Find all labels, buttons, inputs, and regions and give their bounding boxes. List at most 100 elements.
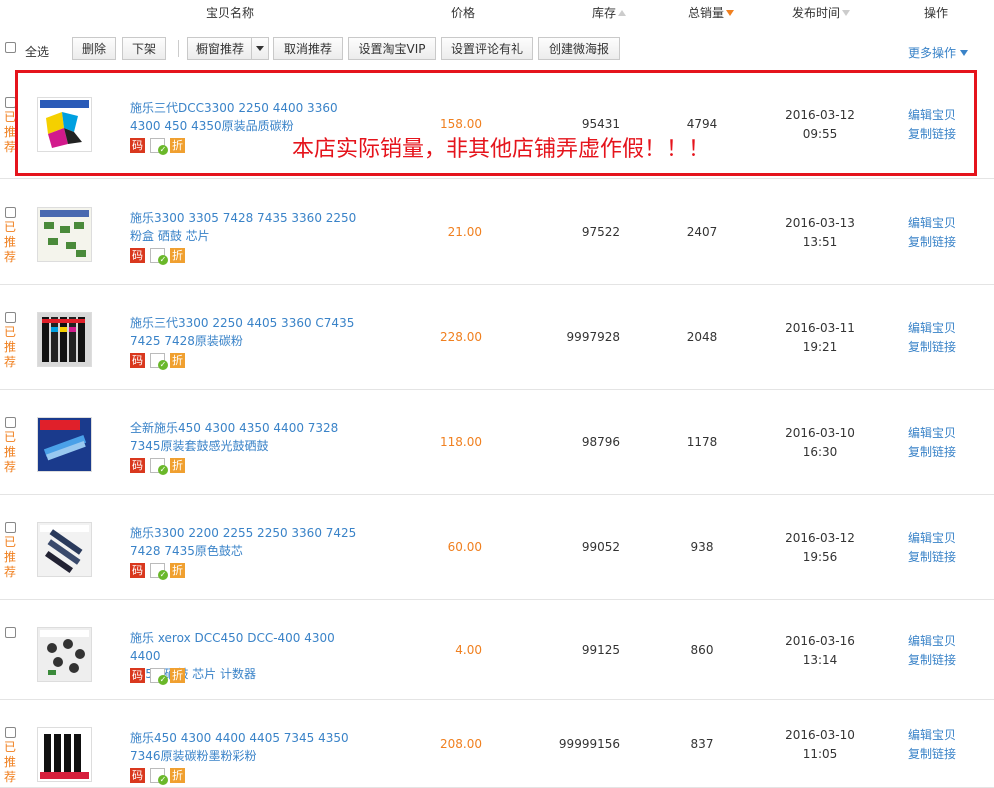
mobile-check-icon: ✓ (150, 458, 168, 475)
code-badge: 码 (130, 768, 145, 783)
recommended-label: 已推荐 (4, 325, 17, 369)
col-sales-header[interactable]: 总销量 (688, 4, 735, 21)
product-title-line: 施乐三代3300 2250 4405 3360 C7435 (130, 316, 355, 330)
edit-item-link[interactable]: 编辑宝贝 (908, 319, 956, 338)
product-thumbnail[interactable] (37, 207, 92, 262)
publish-date: 2016-03-11 (785, 321, 855, 335)
publish-time: 19:21 (802, 340, 838, 354)
publish-time: 16:30 (802, 445, 838, 459)
edit-item-link[interactable]: 编辑宝贝 (908, 424, 956, 443)
edit-item-link[interactable]: 编辑宝贝 (908, 214, 956, 233)
code-badge: 码 (130, 668, 145, 683)
product-title-link[interactable]: 施乐三代3300 2250 4405 3360 C7435 7425 7428原装… (130, 314, 360, 350)
mobile-check-icon: ✓ (150, 668, 168, 685)
code-badge: 码 (130, 458, 145, 473)
product-title-line: 施乐3300 3305 7428 7435 3360 2250 (130, 211, 357, 225)
recommended-label: 已推荐 (4, 430, 17, 474)
publish-datetime: 2016-03-11 19:21 (780, 319, 860, 357)
col-date-header[interactable]: 发布时间 (792, 4, 851, 21)
window-recommend-dropdown[interactable] (251, 37, 269, 60)
create-poster-button[interactable]: 创建微海报 (538, 37, 620, 60)
edit-item-link[interactable]: 编辑宝贝 (908, 529, 956, 548)
copy-link-link[interactable]: 复制链接 (908, 338, 956, 357)
product-thumbnail[interactable] (37, 417, 92, 472)
window-recommend-button[interactable]: 橱窗推荐 (187, 37, 253, 60)
copy-link-link[interactable]: 复制链接 (908, 443, 956, 462)
code-badge: 码 (130, 563, 145, 578)
code-badge: 码 (130, 353, 145, 368)
product-title-line: 施乐3300 2200 2255 2250 3360 7425 (130, 526, 357, 540)
product-tags: 码 ✓ 折 (130, 768, 190, 785)
sales-value: 837 (690, 737, 714, 751)
sort-icon (842, 10, 851, 16)
copy-link-link[interactable]: 复制链接 (908, 745, 956, 764)
publish-date: 2016-03-10 (785, 728, 855, 742)
product-thumbnail[interactable] (37, 627, 92, 682)
sort-desc-icon (726, 10, 735, 16)
product-title-line: 7346原装碳粉墨粉彩粉 (130, 749, 257, 763)
recommended-label: 已推荐 (4, 740, 17, 784)
product-thumbnail[interactable] (37, 522, 92, 577)
row-checkbox[interactable] (5, 627, 16, 638)
product-title-line: 施乐450 4300 4400 4405 7345 4350 (130, 731, 349, 745)
product-thumbnail[interactable] (37, 727, 92, 782)
row-checkbox[interactable] (5, 207, 16, 218)
copy-link-link[interactable]: 复制链接 (908, 548, 956, 567)
copy-link-link[interactable]: 复制链接 (908, 651, 956, 670)
product-tags: 码 ✓ 折 (130, 563, 190, 580)
unlist-button[interactable]: 下架 (122, 37, 166, 60)
publish-time: 19:56 (802, 550, 838, 564)
price-value: 118.00 (440, 435, 482, 449)
stock-value: 9997928 (566, 330, 620, 344)
toolbar-divider (178, 40, 179, 57)
product-title-link[interactable]: 施乐3300 2200 2255 2250 3360 7425 7428 7435… (130, 524, 360, 560)
row-checkbox[interactable] (5, 522, 16, 533)
delete-button[interactable]: 删除 (72, 37, 116, 60)
product-tags: 码 ✓ 折 (130, 248, 190, 265)
recommended-label: 已推荐 (4, 220, 17, 264)
edit-item-link[interactable]: 编辑宝贝 (908, 632, 956, 651)
stock-value: 99999156 (558, 737, 620, 751)
product-title-line: 7345原装套鼓感光鼓硒鼓 (130, 439, 269, 453)
code-badge: 码 (130, 248, 145, 263)
product-title-link[interactable]: 施乐450 4300 4400 4405 7345 4350 7346原装碳粉墨粉… (130, 729, 360, 765)
product-title-line: 粉盒 硒鼓 芯片 (130, 229, 210, 243)
price-value: 208.00 (440, 737, 482, 751)
price-value: 60.00 (447, 540, 482, 554)
more-ops-button[interactable]: 更多操作 (908, 44, 969, 61)
set-review-gift-button[interactable]: 设置评论有礼 (441, 37, 533, 60)
set-vip-button[interactable]: 设置淘宝VIP (348, 37, 436, 60)
price-value: 21.00 (447, 225, 482, 239)
col-ops-header: 操作 (924, 6, 949, 20)
chevron-down-icon (256, 46, 264, 51)
row-checkbox[interactable] (5, 417, 16, 428)
product-title-link[interactable]: 施乐3300 3305 7428 7435 3360 2250 粉盒 硒鼓 芯片 (130, 209, 360, 245)
cancel-recommend-button[interactable]: 取消推荐 (273, 37, 343, 60)
col-title-header: 宝贝名称 (206, 6, 255, 20)
row-checkbox[interactable] (5, 727, 16, 738)
mobile-check-icon: ✓ (150, 353, 168, 370)
stock-value: 99052 (581, 540, 620, 554)
row-checkbox[interactable] (5, 312, 16, 323)
sales-value: 2407 (686, 225, 718, 239)
annotation-text: 本店实际销量，非其他店铺弄虚作假！！！ (292, 137, 711, 162)
publish-datetime: 2016-03-10 16:30 (780, 424, 860, 462)
publish-datetime: 2016-03-10 11:05 (780, 726, 860, 764)
discount-badge: 折 (170, 668, 185, 683)
publish-time: 13:51 (802, 235, 838, 249)
sales-value: 860 (690, 643, 714, 657)
copy-link-link[interactable]: 复制链接 (908, 233, 956, 252)
select-all-label: 全选 (25, 45, 50, 59)
sales-value: 938 (690, 540, 714, 554)
col-stock-header[interactable]: 库存 (592, 4, 627, 21)
stock-value: 99125 (581, 643, 620, 657)
product-thumbnail[interactable] (37, 312, 92, 367)
discount-badge: 折 (170, 353, 185, 368)
edit-item-link[interactable]: 编辑宝贝 (908, 726, 956, 745)
product-title-link[interactable]: 全新施乐450 4300 4350 4400 7328 7345原装套鼓感光鼓硒鼓 (130, 419, 360, 455)
select-all-checkbox[interactable] (5, 42, 16, 53)
discount-badge: 折 (170, 768, 185, 783)
table-header: 宝贝名称 价格 库存 总销量 发布时间 操作 (0, 0, 994, 24)
product-title-line: 施乐 xerox DCC450 DCC-400 4300 4400 (130, 631, 335, 663)
publish-date: 2016-03-16 (785, 634, 855, 648)
